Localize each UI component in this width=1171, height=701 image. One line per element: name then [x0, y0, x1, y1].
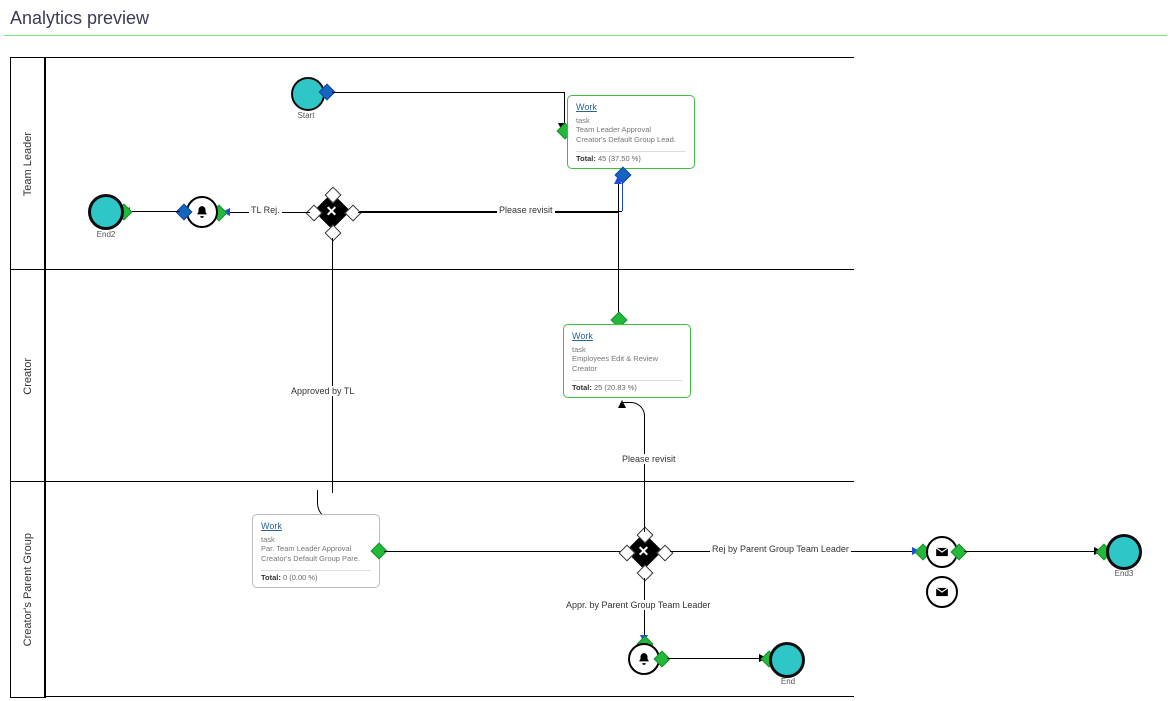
end2-label: End2: [86, 230, 126, 239]
task-title: Work: [261, 521, 371, 533]
task-title: Work: [576, 102, 686, 114]
task-type: task: [261, 535, 371, 545]
total-value: 25 (20.83 %): [594, 383, 637, 392]
task-title: Work: [572, 331, 682, 343]
end3-label: End3: [1104, 569, 1144, 578]
lane-parent-group: Creator's Parent Group: [10, 481, 46, 698]
mail-icon: [935, 585, 949, 599]
lane-divider-vertical: [44, 57, 45, 697]
lane-border-bottom: [44, 696, 854, 697]
lane-label: Creator's Parent Group: [22, 533, 34, 646]
edge: [618, 212, 619, 321]
mail-icon: [935, 545, 949, 559]
edge: [622, 179, 623, 211]
edge-label-rej-parent: Rej by Parent Group Team Leader: [710, 544, 851, 554]
edge: [618, 182, 619, 212]
port: [637, 565, 654, 582]
lane-border-mid2: [44, 481, 854, 482]
title-underline: [4, 35, 1167, 36]
port: [325, 225, 342, 242]
task-team-leader-approval[interactable]: Work task Team Leader Approval Creator's…: [567, 95, 695, 169]
lane-label: Creator: [22, 358, 34, 395]
total-label: Total:: [572, 383, 592, 392]
bell-icon: [637, 652, 651, 666]
total-value: 45 (37.50 %): [598, 154, 641, 163]
edge: [384, 551, 628, 552]
task-parent-leader-approval[interactable]: Work task Par. Team Leader Approval Crea…: [252, 514, 380, 588]
edge-label-appr-parent: Appr. by Parent Group Team Leader: [564, 600, 712, 610]
edge-label-please-revisit2: Please revisit: [620, 454, 678, 464]
end-event-2[interactable]: [88, 194, 124, 230]
arrowhead: [614, 176, 622, 184]
task-desc: Par. Team Leader Approval: [261, 544, 371, 554]
edge: [332, 238, 333, 493]
edge-label-tl-rej: TL Rej.: [249, 205, 282, 215]
task-desc: Employees Edit & Review: [572, 354, 682, 364]
edge-label-approved-tl: Approved by TL: [289, 386, 356, 396]
message-event[interactable]: [926, 576, 958, 608]
edge: [358, 212, 618, 213]
edge-label-please-revisit: Please revisit: [497, 205, 555, 215]
edge: [332, 92, 564, 93]
lane-team-leader: Team Leader: [10, 57, 46, 271]
end-event[interactable]: [769, 642, 805, 678]
total-label: Total:: [576, 154, 596, 163]
edge: [644, 422, 645, 532]
edge: [964, 551, 1098, 552]
start-label: Start: [286, 111, 326, 120]
task-role: Creator's Default Group Lead.: [576, 135, 686, 145]
end-event-3[interactable]: [1106, 534, 1142, 570]
total-value: 0 (0.00 %): [283, 573, 318, 582]
lane-creator: Creator: [10, 269, 46, 483]
bell-icon: [195, 205, 209, 219]
page-title: Analytics preview: [0, 0, 1171, 35]
task-role: Creator's Default Group Pare.: [261, 554, 371, 564]
end-label: End: [768, 677, 808, 686]
arrowhead: [618, 400, 626, 408]
task-type: task: [576, 116, 686, 126]
task-type: task: [572, 345, 682, 355]
diagram-canvas: Team Leader Creator Creator's Parent Gro…: [0, 42, 1160, 701]
total-label: Total:: [261, 573, 281, 582]
lane-border-mid1: [44, 269, 854, 270]
task-desc: Team Leader Approval: [576, 125, 686, 135]
lane-label: Team Leader: [22, 132, 34, 196]
lane-border-top: [44, 57, 854, 58]
task-employee-edit-review[interactable]: Work task Employees Edit & Review Creato…: [563, 324, 691, 398]
task-role: Creator: [572, 364, 682, 374]
edge: [667, 658, 763, 659]
